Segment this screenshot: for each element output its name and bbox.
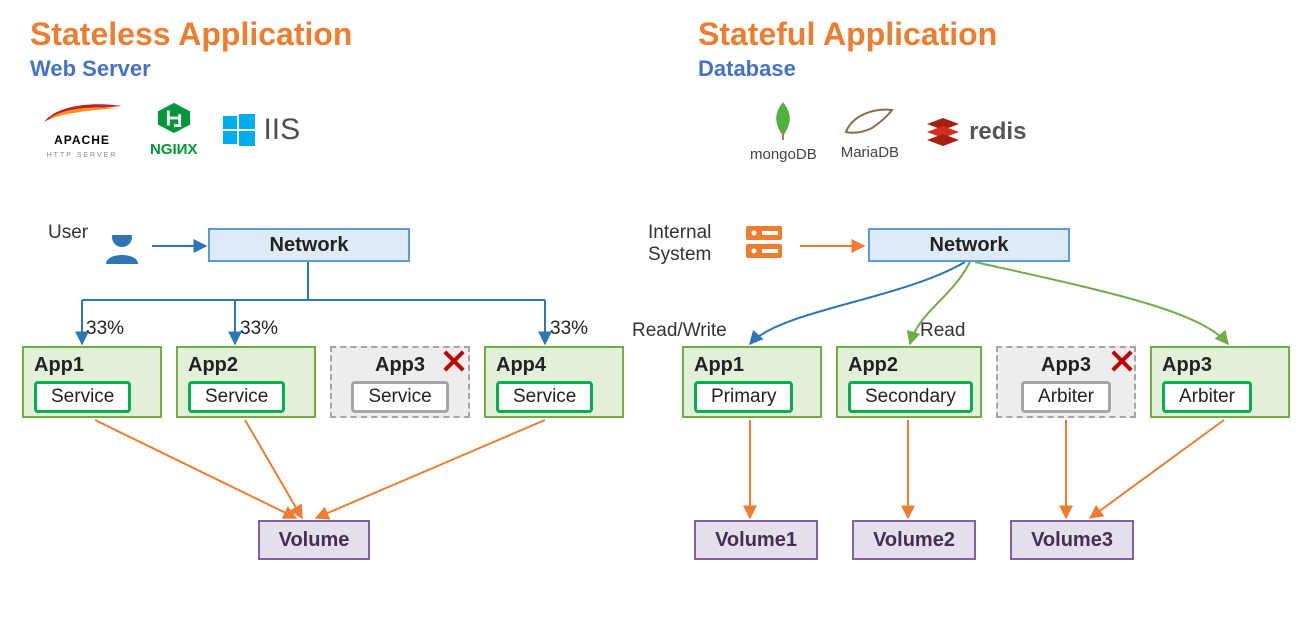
- app4-role: Service: [496, 381, 593, 413]
- leaf-icon: [769, 100, 797, 140]
- r-app2-title: App2: [848, 354, 898, 377]
- r-app3b-box: App3 Arbiter: [1150, 346, 1290, 418]
- pct-app4: 33%: [550, 318, 588, 340]
- app2-title: App2: [188, 354, 238, 377]
- r-app3b-role: Arbiter: [1162, 381, 1252, 413]
- app1-role: Service: [34, 381, 131, 413]
- stateful-title: Stateful Application: [698, 16, 997, 53]
- r-app3-cross-icon: [1110, 349, 1134, 373]
- left-logo-row: APACHE HTTP SERVER NGIИX IIS: [38, 100, 300, 159]
- app1-box: App1 Service: [22, 346, 162, 418]
- apache-label: APACHE: [54, 134, 110, 146]
- volume1-box: Volume1: [694, 520, 818, 560]
- mariadb-label: MariaDB: [841, 144, 899, 161]
- app4-title: App4: [496, 354, 546, 377]
- apache-sublabel: HTTP SERVER: [47, 152, 118, 159]
- app3-cross-icon: [442, 349, 466, 373]
- nginx-label: NGIИX: [150, 141, 197, 158]
- server-icon: [740, 220, 788, 268]
- apache-logo: APACHE HTTP SERVER: [38, 100, 126, 159]
- volume3-box: Volume3: [1010, 520, 1134, 560]
- app3-title: App3: [375, 354, 425, 377]
- webserver-subtitle: Web Server: [30, 56, 151, 82]
- iis-logo: IIS: [221, 112, 300, 148]
- right-network-box: Network: [868, 228, 1070, 262]
- right-network-label: Network: [930, 234, 1009, 257]
- volume3-label: Volume3: [1031, 529, 1113, 552]
- app2-role: Service: [188, 381, 285, 413]
- r-app2-role: Secondary: [848, 381, 973, 413]
- nginx-logo: NGIИX: [150, 101, 197, 158]
- app2-box: App2 Service: [176, 346, 316, 418]
- volume1-label: Volume1: [715, 529, 797, 552]
- left-network-label: Network: [270, 234, 349, 257]
- pct-app2: 33%: [240, 318, 278, 340]
- hexagon-g-icon: [155, 101, 193, 135]
- redis-logo: redis: [923, 112, 1026, 152]
- read-label: Read: [920, 320, 965, 342]
- left-volume-label: Volume: [279, 529, 350, 552]
- user-icon: [100, 222, 144, 266]
- iis-label: IIS: [263, 113, 300, 147]
- volume2-box: Volume2: [852, 520, 976, 560]
- redis-cube-icon: [923, 112, 963, 152]
- database-subtitle: Database: [698, 56, 796, 82]
- readwrite-label: Read/Write: [632, 320, 727, 342]
- volume2-label: Volume2: [873, 529, 955, 552]
- redis-label: redis: [969, 118, 1026, 146]
- stateless-title: Stateless Application: [30, 16, 352, 53]
- app1-title: App1: [34, 354, 84, 377]
- left-network-box: Network: [208, 228, 410, 262]
- r-app3-title: App3: [1041, 354, 1091, 377]
- right-logo-row: mongoDB MariaDB redis: [750, 100, 1026, 163]
- r-app1-box: App1 Primary: [682, 346, 822, 418]
- internal-label-1: Internal: [648, 222, 711, 244]
- app4-box: App4 Service: [484, 346, 624, 418]
- mongodb-label: mongoDB: [750, 146, 817, 163]
- user-label: User: [48, 222, 88, 244]
- r-app3-role: Arbiter: [1021, 381, 1111, 413]
- mariadb-logo: MariaDB: [841, 102, 899, 161]
- pct-app1: 33%: [86, 318, 124, 340]
- app3-role: Service: [351, 381, 448, 413]
- internal-label-2: System: [648, 244, 711, 266]
- mongodb-logo: mongoDB: [750, 100, 817, 163]
- r-app1-title: App1: [694, 354, 744, 377]
- left-volume-box: Volume: [258, 520, 370, 560]
- feather-icon: [38, 100, 126, 128]
- r-app3b-title: App3: [1162, 354, 1212, 377]
- r-app1-role: Primary: [694, 381, 793, 413]
- windows-icon: [221, 112, 257, 148]
- r-app2-box: App2 Secondary: [836, 346, 982, 418]
- seal-icon: [842, 102, 898, 138]
